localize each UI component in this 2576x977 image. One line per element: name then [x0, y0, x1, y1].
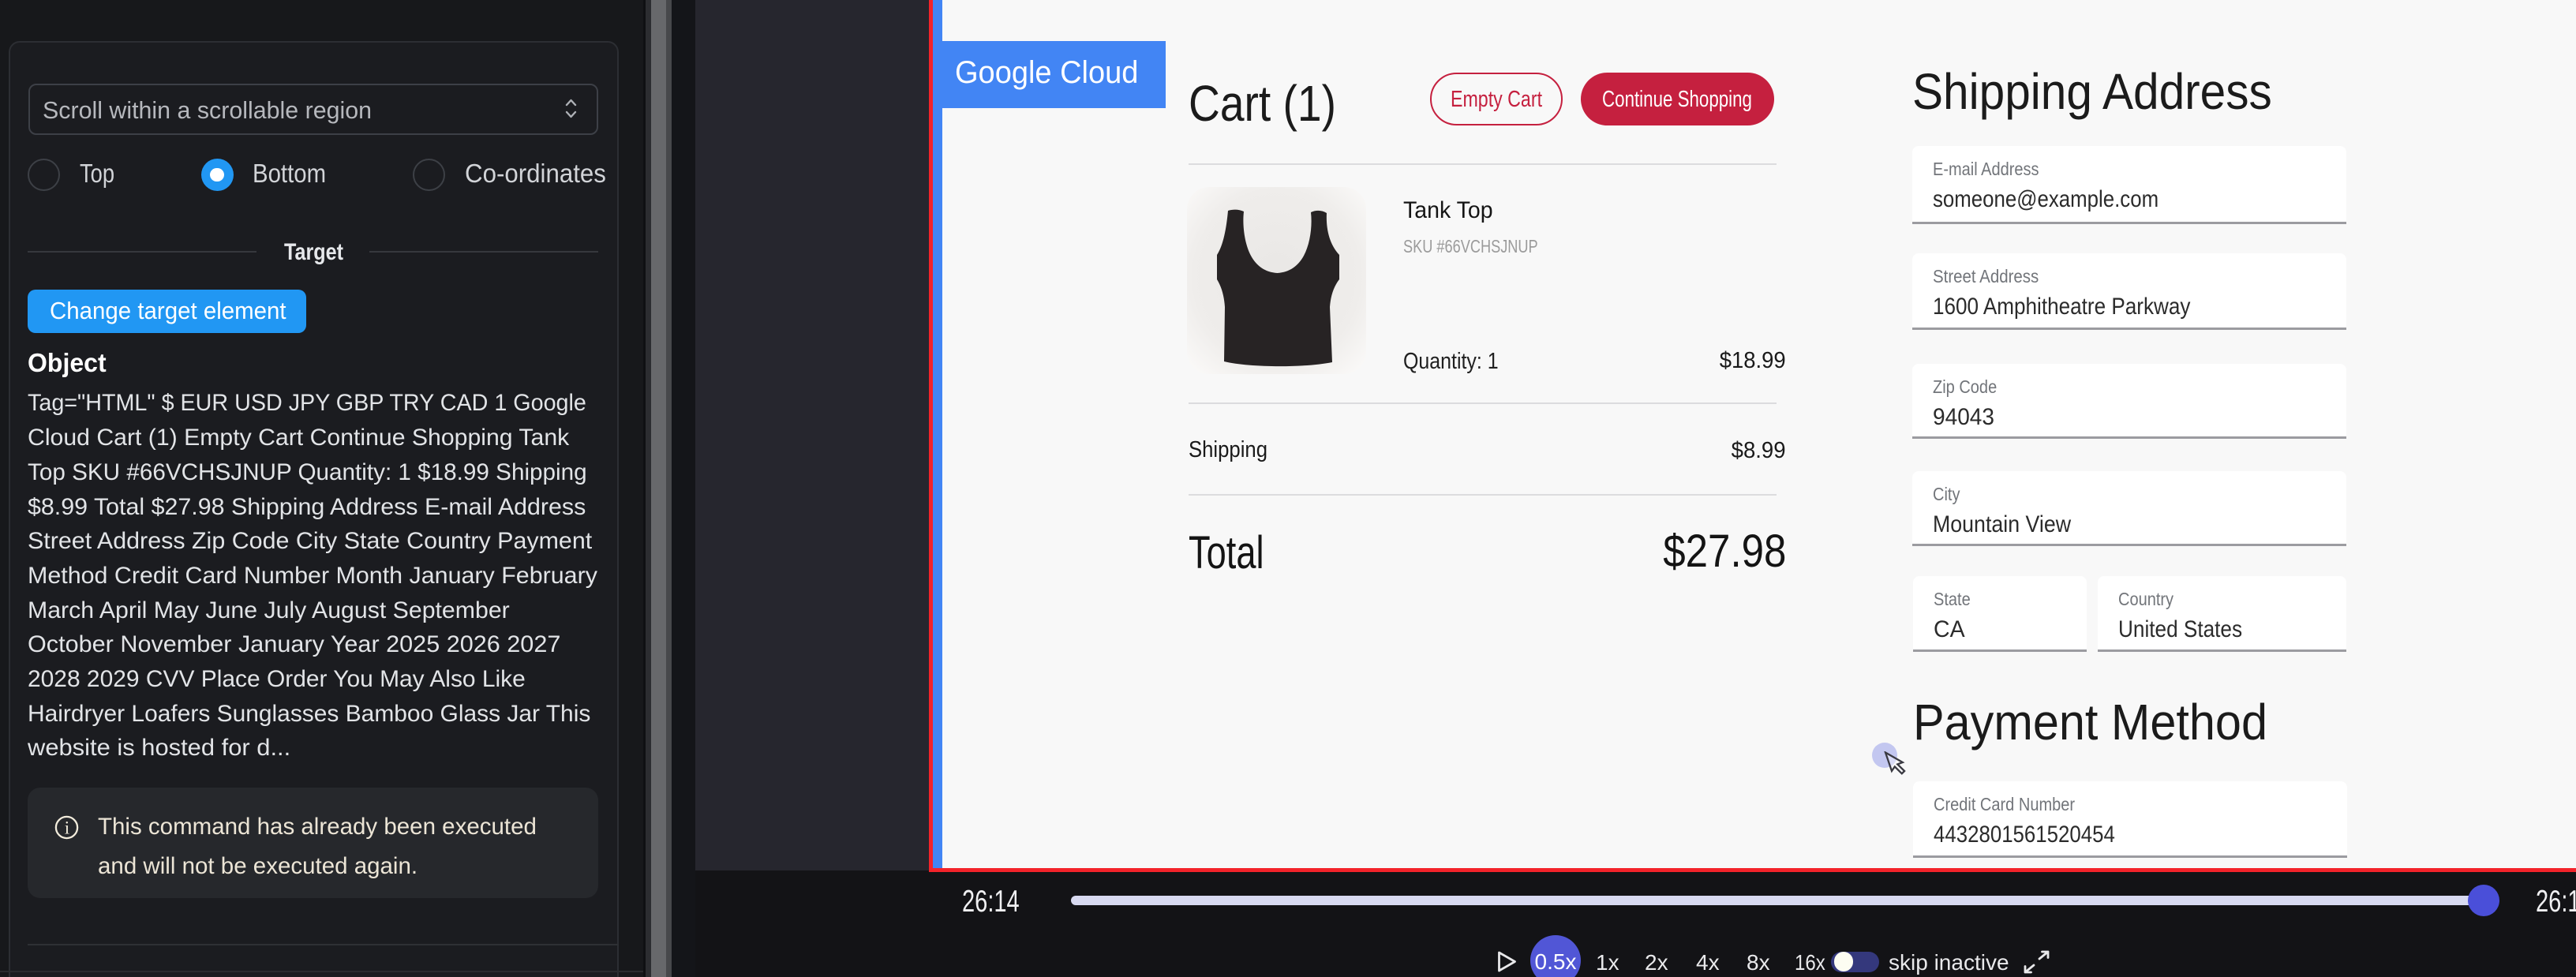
svg-text:i: i [65, 818, 69, 838]
